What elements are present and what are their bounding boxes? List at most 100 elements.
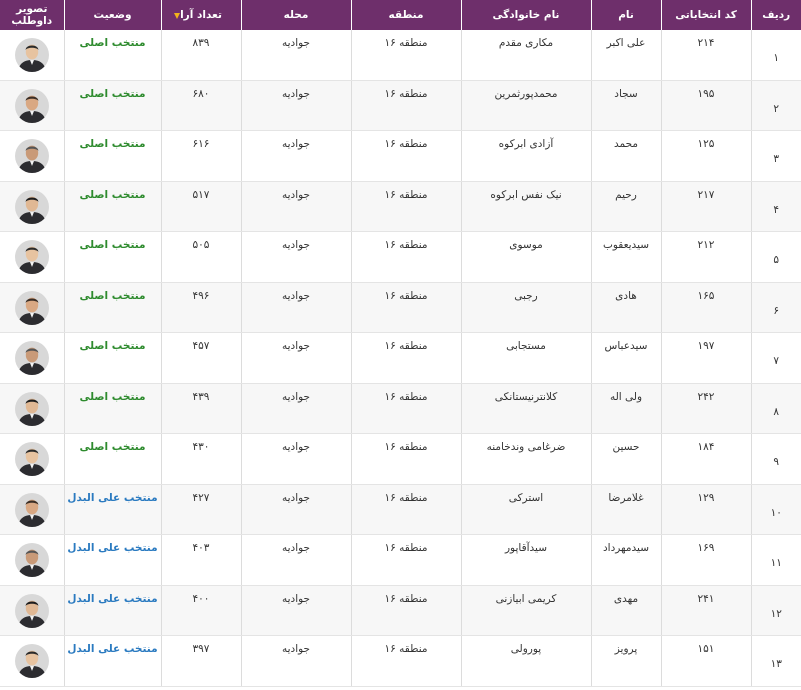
row-number-cell: ۱ [750, 30, 801, 81]
status-cell-text: منتخب اصلی [79, 239, 146, 251]
election-code-cell: ۱۶۹ [660, 534, 751, 586]
row-number-cell-text: ۱ [773, 52, 780, 64]
status-cell-text: منتخب علی البدل [67, 643, 158, 655]
first-name-cell-text: سیدیعقوب [602, 239, 650, 251]
photo-cell [0, 332, 64, 384]
status-cell: منتخب علی البدل [63, 534, 161, 586]
neighborhood-cell-text: جوادیه [281, 340, 311, 352]
header-first-name[interactable]: نام [590, 0, 661, 30]
header-region[interactable]: منطقه [350, 0, 461, 30]
status-cell: منتخب اصلی [63, 30, 161, 81]
last-name-cell: محمدپورثمرین [460, 80, 591, 131]
last-name-cell: استرکی [460, 484, 591, 535]
table-row: ۷ ۱۹۷ سیدعباس مستجابی منطقه ۱۶ جوادیه ۴۵۷ منتخب… [0, 332, 801, 384]
neighborhood-cell: جوادیه [240, 282, 351, 333]
candidate-avatar[interactable] [14, 593, 49, 628]
election-code-cell-text: ۱۶۵ [697, 289, 715, 302]
table-row: ۵ ۲۱۲ سیدیعقوب موسوی منطقه ۱۶ جوادیه ۵۰۵ منتخب … [0, 231, 801, 283]
candidate-avatar[interactable] [14, 290, 49, 325]
row-number-cell: ۹ [750, 433, 801, 485]
first-name-cell: حسین [590, 433, 661, 485]
header-last-name[interactable]: نام خانوادگی [460, 0, 591, 30]
first-name-cell-text: هادی [615, 289, 637, 302]
last-name-cell-text: استرکی [508, 491, 544, 504]
candidate-avatar[interactable] [14, 88, 49, 123]
region-cell: منطقه ۱۶ [350, 635, 461, 687]
status-cell: منتخب اصلی [63, 332, 161, 384]
header-neighborhood[interactable]: محله [240, 0, 351, 30]
election-code-cell: ۱۹۷ [660, 332, 751, 384]
header-photo[interactable]: تصویر داوطلب [0, 0, 64, 30]
table-row: ۲ ۱۹۵ سجاد محمدپورثمرین منطقه ۱۶ جوادیه ۶۸۰ منت… [0, 80, 801, 131]
neighborhood-cell-text: جوادیه [281, 289, 311, 302]
header-status[interactable]: وضعیت [63, 0, 161, 30]
first-name-cell-text: محمد [614, 138, 638, 150]
first-name-cell: رحیم [590, 181, 661, 232]
votes-cell-text: ۶۸۰ [192, 87, 210, 100]
votes-cell: ۵۰۵ [160, 231, 241, 283]
election-code-cell: ۱۵۱ [660, 635, 751, 687]
votes-cell-text: ۳۹۷ [192, 643, 210, 655]
candidate-avatar[interactable] [14, 543, 49, 577]
election-code-cell: ۲۱۷ [660, 181, 751, 232]
votes-cell: ۴۵۷ [160, 332, 241, 384]
first-name-cell-text: حسین [612, 441, 640, 453]
votes-cell-text: ۵۱۷ [192, 188, 210, 201]
region-cell: منطقه ۱۶ [350, 231, 461, 283]
candidate-avatar[interactable] [14, 139, 49, 173]
photo-cell [0, 433, 64, 485]
first-name-cell-text: رحیم [615, 188, 637, 201]
candidate-avatar[interactable] [14, 442, 49, 476]
region-cell-text: منطقه ۱۶ [384, 441, 428, 453]
candidate-avatar[interactable] [14, 391, 49, 426]
status-cell-text: منتخب اصلی [79, 340, 146, 352]
candidate-avatar[interactable] [14, 341, 49, 375]
first-name-cell-text: ولی اله [609, 390, 643, 403]
person-icon [14, 391, 49, 426]
candidate-avatar[interactable] [14, 492, 49, 527]
row-number-cell-text: ۲ [773, 102, 780, 115]
person-icon [14, 341, 49, 375]
candidate-avatar[interactable] [14, 189, 49, 224]
election-code-cell-text: ۲۱۲ [697, 239, 715, 251]
header-row-number[interactable]: ردیف [750, 0, 801, 30]
election-code-cell-text: ۱۵۱ [697, 643, 715, 655]
first-name-cell-text: پرویز [614, 643, 638, 655]
row-number-cell-text: ۶ [773, 304, 780, 317]
last-name-cell-text: رجبی [514, 289, 538, 302]
neighborhood-cell-text: جوادیه [281, 87, 311, 100]
header-votes-label: تعداد آرا [180, 9, 222, 21]
row-number-cell-text: ۳ [773, 153, 780, 165]
region-cell-text: منطقه ۱۶ [384, 390, 428, 403]
votes-cell: ۴۰۳ [160, 534, 241, 586]
last-name-cell: سیدآقاپور [460, 534, 591, 586]
region-cell: منطقه ۱۶ [350, 534, 461, 586]
header-votes[interactable]: تعداد آرا [160, 0, 241, 30]
header-election-code[interactable]: کد انتخاباتی [660, 0, 751, 30]
candidate-avatar[interactable] [14, 644, 49, 678]
last-name-cell-text: مکاری مقدم [498, 37, 554, 49]
election-code-cell-text: ۱۹۵ [697, 87, 715, 100]
row-number-cell: ۵ [750, 231, 801, 283]
neighborhood-cell: جوادیه [240, 130, 351, 182]
status-cell: منتخب علی البدل [63, 484, 161, 535]
region-cell: منطقه ۱۶ [350, 585, 461, 636]
photo-cell [0, 80, 64, 131]
row-number-cell-text: ۴ [773, 203, 780, 216]
votes-cell-text: ۵۰۵ [192, 239, 210, 251]
status-cell-text: منتخب اصلی [79, 289, 146, 302]
last-name-cell-text: نیک نفس ابرکوه [490, 188, 562, 201]
photo-cell [0, 231, 64, 283]
status-cell-text: منتخب اصلی [79, 87, 146, 100]
status-cell: منتخب اصلی [63, 383, 161, 434]
candidate-avatar[interactable] [14, 38, 49, 72]
first-name-cell: مهدی [590, 585, 661, 636]
region-cell-text: منطقه ۱۶ [384, 289, 428, 302]
candidate-avatar[interactable] [14, 240, 49, 274]
neighborhood-cell: جوادیه [240, 332, 351, 384]
neighborhood-cell: جوادیه [240, 30, 351, 81]
neighborhood-cell-text: جوادیه [281, 643, 311, 655]
votes-cell: ۶۱۶ [160, 130, 241, 182]
photo-cell [0, 181, 64, 232]
last-name-cell-text: محمدپورثمرین [494, 87, 558, 100]
